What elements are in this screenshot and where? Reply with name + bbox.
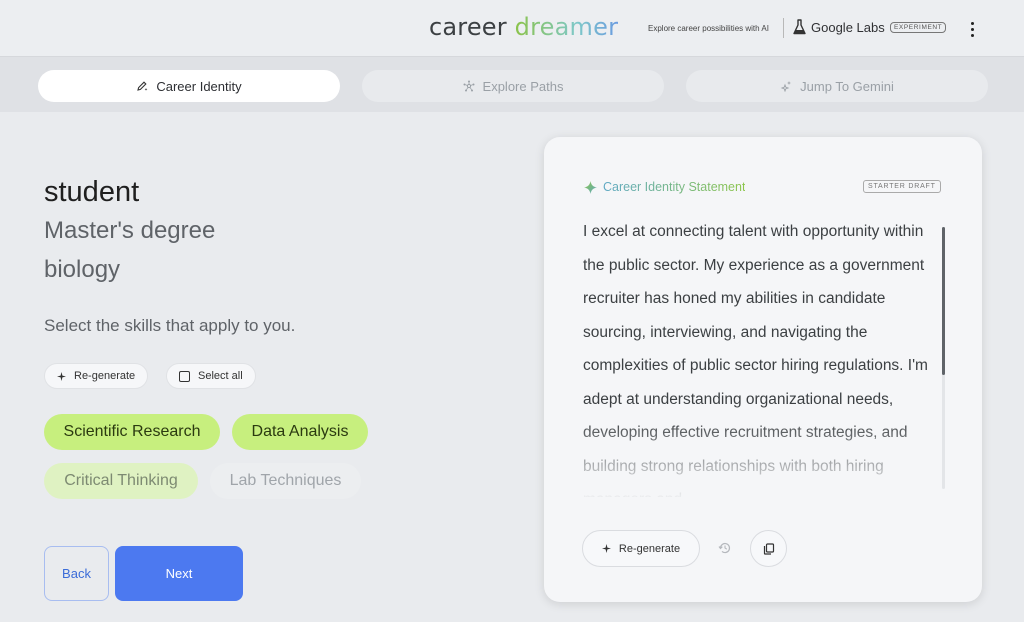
sparkle-icon (601, 544, 611, 553)
skill-chip-label: Data Analysis (251, 423, 349, 440)
flask-icon (793, 19, 806, 35)
skill-chip-lab-techniques[interactable]: Lab Techniques (210, 463, 361, 499)
tab-career-identity[interactable]: Career Identity (38, 70, 340, 102)
top-header: career dreamer Explore career possibilit… (0, 0, 1024, 57)
history-icon[interactable] (716, 539, 734, 557)
tab-explore-paths[interactable]: Explore Paths (362, 70, 664, 102)
skills-prompt: Select the skills that apply to you. (44, 316, 296, 335)
sparkle-icon (57, 371, 66, 381)
more-options-icon[interactable] (963, 18, 981, 40)
brand-word-dreamer: dreamer (514, 13, 619, 41)
skill-chip-label: Scientific Research (63, 423, 201, 440)
network-icon (463, 80, 475, 92)
skill-chip-data-analysis[interactable]: Data Analysis (232, 414, 368, 450)
tab-label: Jump To Gemini (800, 78, 894, 94)
tab-label: Career Identity (156, 78, 242, 94)
regenerate-label: Re-generate (618, 542, 681, 555)
copy-icon (763, 542, 774, 555)
select-all-button[interactable]: Select all (166, 363, 256, 389)
regenerate-statement-button[interactable]: Re-generate (582, 530, 700, 567)
scrollbar-thumb[interactable] (942, 227, 945, 375)
regenerate-skills-button[interactable]: Re-generate (44, 363, 149, 389)
checkbox-icon[interactable] (179, 370, 190, 382)
regenerate-label: Re-generate (74, 370, 136, 382)
profile-degree: Master's degree (44, 217, 216, 244)
step-tabs: Career Identity Explore Paths Jump To Ge… (0, 57, 1024, 112)
app-logo[interactable]: career dreamer (429, 13, 618, 41)
experiment-badge: EXPERIMENT (890, 22, 947, 33)
app-tagline: Explore career possibilities with AI (648, 24, 769, 33)
brand-word-career: career (429, 13, 515, 41)
sparkle-icon (780, 81, 792, 92)
career-identity-card: Career Identity Statement STARTER DRAFT … (544, 137, 982, 602)
skill-chip-scientific-research[interactable]: Scientific Research (44, 414, 220, 450)
card-heading: Career Identity Statement (584, 180, 745, 194)
google-labs-label[interactable]: Google Labs (811, 20, 885, 35)
header-divider (783, 18, 784, 38)
skill-chip-label: Lab Techniques (229, 472, 342, 489)
card-heading-label: Career Identity Statement (603, 180, 746, 194)
next-button[interactable]: Next (115, 546, 243, 601)
select-all-label: Select all (198, 370, 243, 382)
skill-chip-critical-thinking[interactable]: Critical Thinking (44, 463, 198, 499)
skill-chip-label: Critical Thinking (64, 472, 178, 489)
tab-jump-to-gemini[interactable]: Jump To Gemini (686, 70, 988, 102)
copy-button[interactable] (750, 530, 787, 567)
profile-field: biology (44, 256, 121, 283)
profile-role: student (44, 176, 140, 208)
back-button[interactable]: Back (44, 546, 109, 601)
starter-draft-badge: STARTER DRAFT (863, 180, 941, 193)
identity-statement-text: I excel at connecting talent with opport… (583, 223, 928, 497)
tab-label: Explore Paths (482, 78, 564, 94)
gemini-sparkle-icon (584, 180, 597, 194)
pencil-sparkle-icon (137, 81, 148, 91)
